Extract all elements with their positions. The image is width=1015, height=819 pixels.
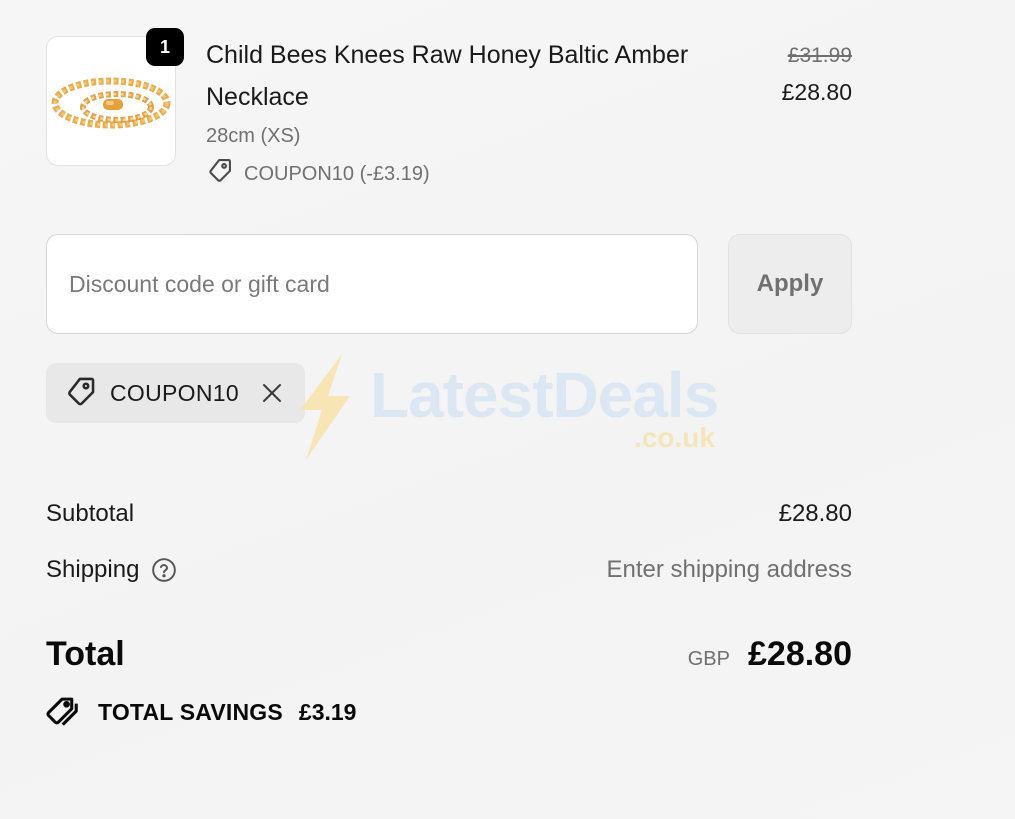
total-value-wrap: GBP £28.80 bbox=[688, 635, 852, 674]
currency-code: GBP bbox=[687, 647, 730, 670]
total-label: Total bbox=[46, 634, 125, 673]
cost-summary: Subtotal £28.80 Shipping Enter shipping … bbox=[46, 494, 852, 590]
line-item: 1 Child Bees Knees Raw Honey Baltic Ambe… bbox=[46, 28, 852, 194]
apply-button[interactable]: Apply bbox=[728, 234, 852, 334]
product-info: Child Bees Knees Raw Honey Baltic Amber … bbox=[206, 34, 726, 192]
shipping-label: Shipping bbox=[46, 556, 140, 583]
subtotal-value: £28.80 bbox=[778, 500, 852, 527]
applied-coupon-chip: COUPON10 bbox=[46, 363, 305, 423]
savings-tag-icon bbox=[46, 695, 82, 729]
help-icon[interactable] bbox=[151, 557, 177, 583]
product-thumbnail-wrap: 1 bbox=[46, 28, 184, 166]
close-icon[interactable] bbox=[259, 380, 285, 406]
product-title: Child Bees Knees Raw Honey Baltic Amber … bbox=[206, 41, 689, 111]
watermark-brand: LatestDeals bbox=[370, 359, 719, 431]
discount-code-input[interactable] bbox=[46, 234, 698, 334]
subtotal-row: Subtotal £28.80 bbox=[46, 494, 852, 534]
watermark-logo: LatestDeals .co.uk bbox=[290, 352, 730, 462]
subtotal-label: Subtotal bbox=[46, 500, 135, 527]
tag-icon bbox=[64, 374, 98, 413]
shipping-label-wrap: Shipping bbox=[46, 556, 177, 584]
discount-form: Apply bbox=[46, 234, 852, 334]
quantity-badge: 1 bbox=[146, 28, 184, 66]
applied-coupon-code: COUPON10 bbox=[110, 379, 239, 406]
product-variant: 28cm (XS) bbox=[206, 125, 301, 147]
total-value: £28.80 bbox=[748, 634, 852, 673]
order-summary-page: 1 Child Bees Knees Raw Honey Baltic Ambe… bbox=[0, 0, 1015, 819]
total-row: Total GBP £28.80 bbox=[46, 628, 852, 680]
watermark-domain: .co.uk bbox=[634, 422, 715, 453]
line-price: £28.80 bbox=[781, 79, 852, 105]
shipping-row: Shipping Enter shipping address bbox=[46, 550, 852, 590]
savings-amount: £3.19 bbox=[298, 698, 357, 725]
line-discount: COUPON10 (-£3.19) bbox=[206, 156, 726, 192]
shipping-value: Enter shipping address bbox=[606, 556, 852, 583]
savings-label: TOTAL SAVINGS bbox=[98, 698, 283, 725]
total-savings: TOTAL SAVINGS £3.19 bbox=[46, 694, 356, 730]
tag-icon bbox=[206, 156, 234, 192]
line-prices: £31.99 £28.80 bbox=[782, 40, 852, 112]
compare-at-price: £31.99 bbox=[787, 44, 852, 67]
line-discount-text: COUPON10 (-£3.19) bbox=[244, 163, 430, 185]
